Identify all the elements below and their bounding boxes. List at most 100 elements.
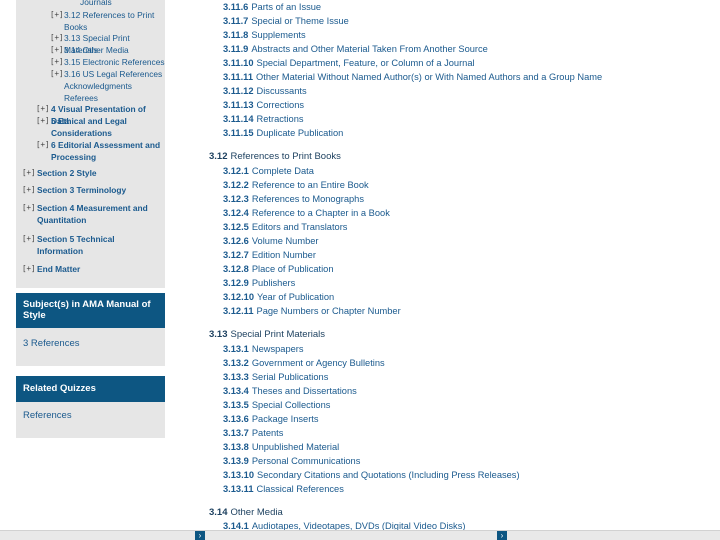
expand-toggle[interactable]: [+] — [22, 184, 36, 196]
section-number: 3.13.2 — [223, 358, 249, 368]
toc-link[interactable]: 3.12.3 References to Monographs — [223, 193, 364, 205]
toc-section-5-cont[interactable]: Information — [22, 245, 83, 257]
section-title: Special Print Materials — [230, 329, 326, 340]
toc-link[interactable]: 3.12.2 Reference to an Entire Book — [223, 179, 369, 191]
toc-link[interactable]: 3.12.5 Editors and Translators — [223, 221, 347, 233]
toc-link[interactable]: 3.13.10 Secondary Citations and Quotation… — [223, 469, 520, 481]
section-title: Serial Publications — [251, 372, 329, 382]
section-title: Duplicate Publication — [256, 128, 344, 138]
section-number: 3.11.11 — [223, 72, 253, 82]
section-heading-3-12[interactable]: 3.12 References to Print Books — [209, 151, 341, 163]
section-title: Retractions — [256, 114, 304, 124]
toc-item-label: Quantitation — [37, 215, 87, 225]
section-heading-3-13[interactable]: 3.13 Special Print Materials — [209, 329, 325, 341]
toc-item-acknowledgments[interactable]: Acknowledgments — [64, 80, 132, 92]
toc-link[interactable]: 3.11.12 Discussants — [223, 85, 307, 97]
toc-link[interactable]: 3.13.6 Package Inserts — [223, 413, 319, 425]
section-number: 3.13.5 — [223, 400, 249, 410]
expand-toggle[interactable]: [+] — [22, 263, 36, 275]
section-number: 3.13.10 — [223, 470, 255, 480]
toc-item-label: 3.16 US Legal References — [64, 69, 163, 79]
expand-toggle[interactable]: [+] — [50, 9, 64, 21]
toc-item-label: Considerations — [51, 128, 112, 138]
toc-link[interactable]: 3.13.5 Special Collections — [223, 399, 330, 411]
expand-toggle[interactable]: [+] — [22, 202, 36, 214]
expand-toggle[interactable]: [+] — [22, 233, 36, 245]
toc-link[interactable]: 3.13.2 Government or Agency Bulletins — [223, 357, 385, 369]
toc-link[interactable]: 3.13.11 Classical References — [223, 483, 344, 495]
expand-toggle[interactable]: [+] — [22, 167, 36, 179]
toc-link[interactable]: 3.11.11 Other Material Without Named Auth… — [223, 71, 602, 83]
toc-end-matter[interactable]: [+] End Matter — [22, 263, 80, 275]
toc-link[interactable]: 3.11.6 Parts of an Issue — [223, 1, 321, 13]
expand-toggle[interactable]: [+] — [50, 56, 64, 68]
toc-link[interactable]: 3.12.8 Place of Publication — [223, 263, 334, 275]
subject-link[interactable]: 3 References — [23, 338, 80, 349]
toc-link[interactable]: 3.13.4 Theses and Dissertations — [223, 385, 357, 397]
section-number: 3.12.11 — [223, 306, 254, 316]
toc-link[interactable]: 3.13.7 Patents — [223, 427, 283, 439]
section-title: Package Inserts — [251, 414, 319, 424]
subjects-panel-header: Subject(s) in AMA Manual of Style — [16, 293, 165, 328]
expand-toggle[interactable]: [+] — [50, 32, 64, 44]
toc-item-label: Section 4 Measurement and — [37, 203, 148, 213]
toc-link[interactable]: 3.12.6 Volume Number — [223, 235, 319, 247]
expand-toggle[interactable]: [+] — [36, 139, 50, 151]
previous-arrow-button[interactable]: › — [195, 531, 205, 540]
quizzes-panel: References — [16, 402, 165, 438]
section-title: Classical References — [256, 484, 344, 494]
section-number: 3.11.7 — [223, 16, 249, 26]
toc-item-3-15[interactable]: [+] 3.15 Electronic References — [50, 56, 165, 68]
toc-section-3[interactable]: [+] Section 3 Terminology — [22, 184, 126, 196]
section-number: 3.11.10 — [223, 58, 254, 68]
section-title: Reference to an Entire Book — [251, 180, 369, 190]
toc-link[interactable]: 3.13.9 Personal Communications — [223, 455, 360, 467]
expand-toggle[interactable]: [+] — [36, 115, 50, 127]
section-title: Unpublished Material — [251, 442, 340, 452]
next-arrow-button[interactable]: › — [497, 531, 507, 540]
toc-section-4[interactable]: [+] Section 4 Measurement and — [22, 202, 148, 214]
toc-link[interactable]: 3.12.9 Publishers — [223, 277, 295, 289]
section-heading-3-14[interactable]: 3.14 Other Media — [209, 507, 283, 519]
toc-item-3-12[interactable]: [+] 3.12 References to Print — [50, 9, 154, 21]
toc-link[interactable]: 3.12.4 Reference to a Chapter in a Book — [223, 207, 390, 219]
toc-item-6[interactable]: [+] 6 Editorial Assessment and — [36, 139, 160, 151]
toc-section-5[interactable]: [+] Section 5 Technical — [22, 233, 115, 245]
expand-toggle[interactable]: [+] — [50, 44, 64, 56]
toc-link[interactable]: 3.13.1 Newspapers — [223, 343, 304, 355]
toc-link[interactable]: 3.11.9 Abstracts and Other Material Taken… — [223, 43, 488, 55]
section-number: 3.11.9 — [223, 44, 249, 54]
section-number: 3.13 — [209, 329, 228, 340]
toc-item-3-14[interactable]: [+] 3.14 Other Media — [50, 44, 129, 56]
toc-link[interactable]: 3.11.15 Duplicate Publication — [223, 127, 343, 139]
toc-item-5[interactable]: [+] 5 Ethical and Legal — [36, 115, 127, 127]
toc-link[interactable]: 3.11.10 Special Department, Feature, or C… — [223, 57, 475, 69]
toc-section-2[interactable]: [+] Section 2 Style — [22, 167, 97, 179]
toc-link[interactable]: 3.12.11 Page Numbers or Chapter Number — [223, 305, 401, 317]
section-number: 3.12.4 — [223, 208, 249, 218]
expand-toggle[interactable]: [+] — [36, 103, 50, 115]
toc-link[interactable]: 3.12.1 Complete Data — [223, 165, 314, 177]
toc-item-3-16[interactable]: [+] 3.16 US Legal References — [50, 68, 162, 80]
section-title: Government or Agency Bulletins — [251, 358, 385, 368]
toc-item-label: 5 Ethical and Legal — [51, 116, 127, 126]
toc-item-5-cont[interactable]: Considerations — [36, 127, 112, 139]
toc-link[interactable]: 3.13.8 Unpublished Material — [223, 441, 339, 453]
toc-link[interactable]: 3.11.14 Retractions — [223, 113, 304, 125]
toc-item-journals[interactable]: Journals — [66, 0, 112, 8]
toc-item-6-cont[interactable]: Processing — [36, 151, 96, 163]
toc-link[interactable]: 3.13.3 Serial Publications — [223, 371, 328, 383]
section-number: 3.12.2 — [223, 180, 249, 190]
expand-toggle[interactable]: [+] — [50, 68, 64, 80]
section-number: 3.13.3 — [223, 372, 249, 382]
section-title: Year of Publication — [257, 292, 335, 302]
toc-link[interactable]: 3.12.10 Year of Publication — [223, 291, 334, 303]
toc-link[interactable]: 3.11.8 Supplements — [223, 29, 306, 41]
quiz-link[interactable]: References — [23, 410, 72, 421]
toc-item-label: Processing — [51, 152, 97, 162]
toc-link[interactable]: 3.11.7 Special or Theme Issue — [223, 15, 349, 27]
toc-link[interactable]: 3.12.7 Edition Number — [223, 249, 316, 261]
toc-section-4-cont[interactable]: Quantitation — [22, 214, 86, 226]
toc-link[interactable]: 3.11.13 Corrections — [223, 99, 304, 111]
section-number: 3.11.6 — [223, 2, 249, 12]
